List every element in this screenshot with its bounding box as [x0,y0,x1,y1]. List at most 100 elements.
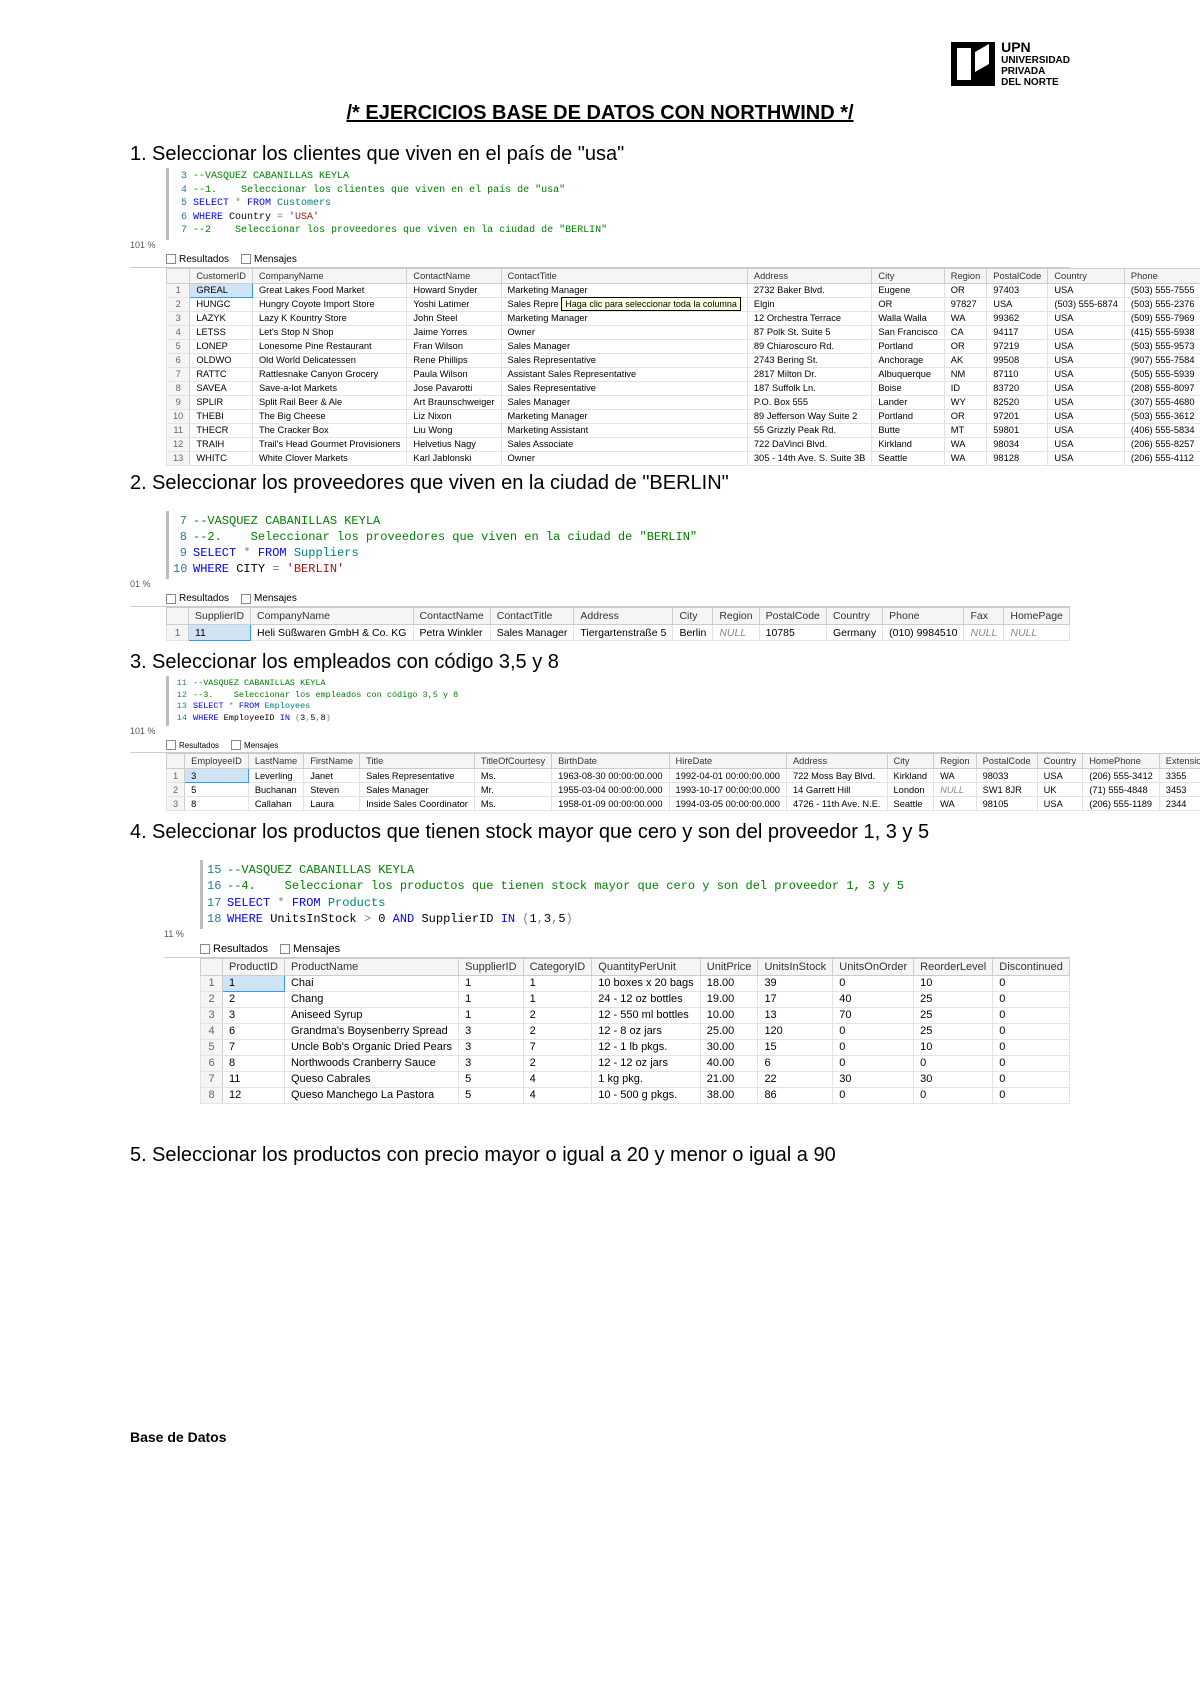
cell: Great Lakes Food Market [252,283,406,297]
column-header[interactable]: CompanyName [251,608,413,625]
column-header[interactable]: SupplierID [459,958,523,975]
cell: 13 [758,1007,833,1023]
table-row[interactable]: 11THECRThe Cracker BoxLiu WongMarketing … [167,423,1200,437]
table-row[interactable]: 812Queso Manchego La Pastora5410 - 500 g… [201,1087,1070,1103]
table-row[interactable]: 46Grandma's Boysenberry Spread3212 - 8 o… [201,1023,1070,1039]
table-row[interactable]: 6OLDWOOld World DelicatessenRene Phillip… [167,353,1200,367]
column-header[interactable]: Phone [1124,268,1200,283]
cell: Lazy K Kountry Store [252,311,406,325]
column-header[interactable]: UnitPrice [700,958,758,975]
column-header[interactable]: PostalCode [759,608,826,625]
column-header[interactable]: HireDate [669,754,786,769]
table-row[interactable]: 38CallahanLauraInside Sales CoordinatorM… [167,797,1200,811]
cell: 98033 [976,769,1037,783]
tab-mensajes[interactable]: Mensajes [280,943,340,955]
column-header[interactable]: ContactTitle [490,608,574,625]
table-row[interactable]: 4LETSSLet's Stop N ShopJaime YorresOwner… [167,325,1200,339]
zoom-level-3[interactable]: 101 % [130,726,1070,736]
column-header[interactable]: ReorderLevel [914,958,993,975]
column-header[interactable]: QuantityPerUnit [592,958,701,975]
table-row[interactable]: 7RATTCRattlesnake Canyon GroceryPaula Wi… [167,367,1200,381]
column-header[interactable]: PostalCode [987,268,1048,283]
cell: 1992-04-01 00:00:00.000 [669,769,786,783]
cell: Sales Associate [501,437,747,451]
cell: USA [1048,437,1125,451]
column-header[interactable]: CategoryID [523,958,592,975]
table-row[interactable]: 25BuchananStevenSales ManagerMr.1955-03-… [167,783,1200,797]
column-header[interactable]: City [872,268,944,283]
zoom-level-4[interactable]: 11 % [164,929,1070,939]
table-row[interactable]: 711Queso Cabrales541 kg pkg.21.002230300 [201,1071,1070,1087]
cell: Elgin [747,297,871,311]
tab-resultados[interactable]: Resultados [166,593,229,604]
column-header[interactable]: PostalCode [976,754,1037,769]
table-row[interactable]: 12TRAIHTrail's Head Gourmet Provisioners… [167,437,1200,451]
column-header[interactable]: Country [1048,268,1125,283]
table-row[interactable]: 33Aniseed Syrup1212 - 550 ml bottles10.0… [201,1007,1070,1023]
table-row[interactable]: 8SAVEASave-a-lot MarketsJose PavarottiSa… [167,381,1200,395]
table-row[interactable]: 5LONEPLonesome Pine RestaurantFran Wilso… [167,339,1200,353]
column-header[interactable]: SupplierID [189,608,251,625]
column-header[interactable]: Title [360,754,475,769]
table-row[interactable]: 10THEBIThe Big CheeseLiz NixonMarketing … [167,409,1200,423]
table-row[interactable]: 9SPLIRSplit Rail Beer & AleArt Braunschw… [167,395,1200,409]
column-header[interactable]: City [887,754,934,769]
cell: 12 - 8 oz jars [592,1023,701,1039]
column-header[interactable]: Region [713,608,759,625]
column-header[interactable]: CustomerID [190,268,253,283]
table-row[interactable]: 111Heli Süßwaren GmbH & Co. KGPetra Wink… [167,625,1070,641]
table-row[interactable]: 13WHITCWhite Clover MarketsKarl Jablonsk… [167,451,1200,465]
column-header[interactable]: TitleOfCourtesy [474,754,551,769]
tab-mensajes[interactable]: Mensajes [231,740,278,750]
tab-mensajes[interactable]: Mensajes [241,593,297,604]
cell: 4 [523,1071,592,1087]
cell: Yoshi Latimer [407,297,501,311]
column-header[interactable]: Region [934,754,976,769]
column-header[interactable]: Address [747,268,871,283]
table-row[interactable]: 57Uncle Bob's Organic Dried Pears3712 - … [201,1039,1070,1055]
column-header[interactable]: ProductName [284,958,458,975]
column-header[interactable]: Country [826,608,882,625]
column-header[interactable]: Fax [964,608,1004,625]
column-header[interactable]: FirstName [304,754,360,769]
column-header[interactable]: HomePhone [1083,754,1160,769]
column-header[interactable]: Discontinued [993,958,1070,975]
column-header[interactable]: Extension [1159,754,1200,769]
column-header[interactable]: UnitsOnOrder [833,958,914,975]
cell: Karl Jablonski [407,451,501,465]
column-header[interactable]: ContactName [407,268,501,283]
tab-mensajes[interactable]: Mensajes [241,254,297,265]
column-header[interactable]: Address [786,754,887,769]
column-header[interactable]: CompanyName [252,268,406,283]
column-header[interactable]: Phone [883,608,964,625]
table-row[interactable]: 2HUNGCHungry Coyote Import StoreYoshi La… [167,297,1200,311]
zoom-level-1[interactable]: 101 % [130,240,1070,250]
tab-resultados[interactable]: Resultados [166,254,229,265]
zoom-level-2[interactable]: 01 % [130,579,1070,589]
cell: 10.00 [700,1007,758,1023]
cell: 0 [993,991,1070,1007]
column-header[interactable]: HomePage [1004,608,1070,625]
column-header[interactable]: ProductID [223,958,285,975]
table-row[interactable]: 22Chang1124 - 12 oz bottles19.001740250 [201,991,1070,1007]
table-row[interactable]: 1GREALGreat Lakes Food MarketHoward Snyd… [167,283,1200,297]
column-header[interactable]: Region [944,268,986,283]
column-header[interactable]: ContactTitle [501,268,747,283]
tab-resultados[interactable]: Resultados [166,740,219,750]
column-header[interactable]: Address [574,608,673,625]
column-header[interactable]: EmployeeID [185,754,249,769]
table-row[interactable]: 3LAZYKLazy K Kountry StoreJohn SteelMark… [167,311,1200,325]
column-header[interactable]: UnitsInStock [758,958,833,975]
cell: 0 [993,1039,1070,1055]
column-header[interactable]: City [673,608,713,625]
column-header[interactable]: LastName [248,754,303,769]
table-row[interactable]: 11Chai1110 boxes x 20 bags18.00390100 [201,975,1070,991]
column-header[interactable]: Country [1037,754,1083,769]
table-row[interactable]: 13LeverlingJanetSales RepresentativeMs.1… [167,769,1200,783]
cell: Steven [304,783,360,797]
table-row[interactable]: 68Northwoods Cranberry Sauce3212 - 12 oz… [201,1055,1070,1071]
column-header[interactable]: ContactName [413,608,490,625]
column-header[interactable]: BirthDate [552,754,669,769]
cell: 21.00 [700,1071,758,1087]
tab-resultados[interactable]: Resultados [200,943,268,955]
